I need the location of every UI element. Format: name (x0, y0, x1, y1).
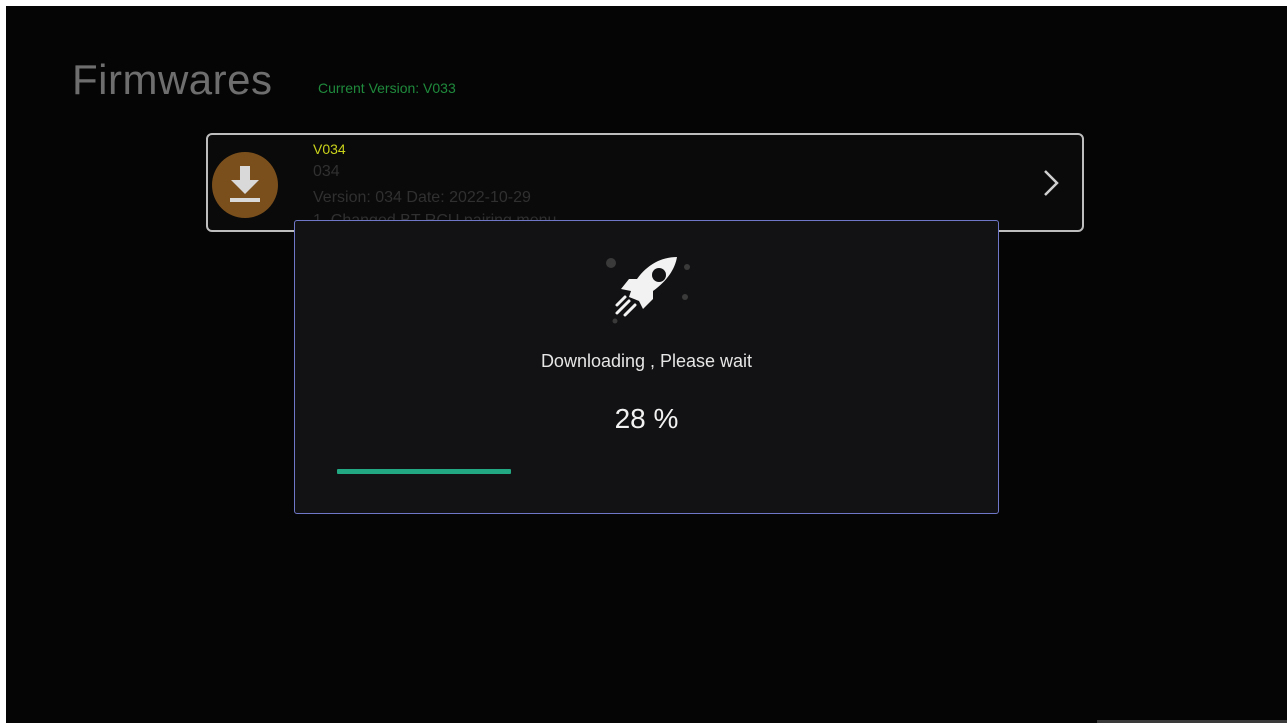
firmware-description: Version: 034 Date: 2022-10-29 (313, 189, 531, 206)
screen: Firmwares Current Version: V033 V034 034… (6, 6, 1287, 723)
firmware-subtitle: 034 (313, 163, 340, 180)
current-version-label: Current Version: V033 (318, 80, 456, 96)
chevron-right-icon[interactable] (1042, 168, 1060, 203)
firmware-name: V034 (313, 141, 346, 157)
rocket-icon (595, 249, 695, 334)
page-title: Firmwares (72, 56, 273, 103)
firmware-list-item[interactable]: V034 034 Version: 034 Date: 2022-10-29 1… (206, 133, 1084, 232)
download-percent: 28 % (614, 403, 679, 434)
download-icon (212, 152, 278, 218)
download-progress-fill (337, 469, 511, 474)
download-message: Downloading , Please wait (540, 351, 753, 371)
download-dialog: Downloading , Please wait 28 % (294, 220, 999, 514)
download-progress-bar (337, 469, 957, 474)
